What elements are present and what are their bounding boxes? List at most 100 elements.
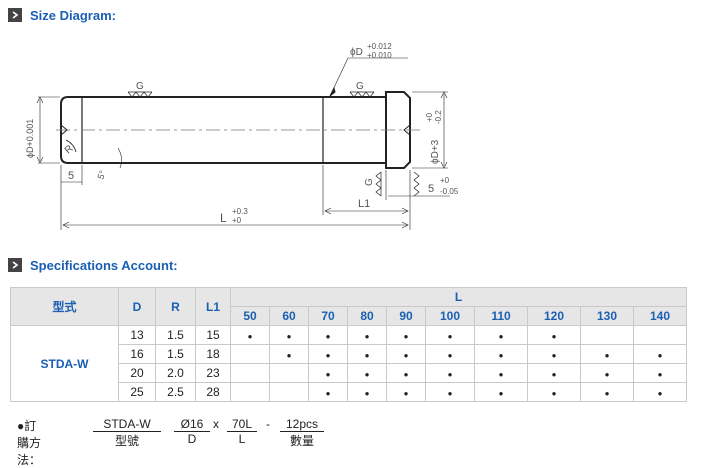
availability-dot xyxy=(633,363,687,383)
availability-dot xyxy=(527,363,581,383)
order-length-value: 70L xyxy=(227,417,257,432)
availability-dot xyxy=(580,344,634,364)
availability-dot xyxy=(347,363,387,383)
order-dash-separator: - xyxy=(266,417,270,431)
head-height-tol-bot: -0.05 xyxy=(440,187,459,196)
size-diagram-title: Size Diagram: xyxy=(30,7,116,23)
header-model: 型式 xyxy=(10,287,119,326)
order-quantity-value: 12pcs xyxy=(280,417,324,432)
availability-dot xyxy=(633,344,687,364)
header-r: R xyxy=(155,287,196,326)
cell-d: 16 xyxy=(118,344,156,364)
size-diagram-heading: Size Diagram: xyxy=(8,7,116,23)
availability-dot xyxy=(474,363,528,383)
head-diameter-label: ϕD+3 xyxy=(430,139,441,164)
g-label-head: G xyxy=(356,81,364,92)
five-left-label: 5 xyxy=(68,170,74,182)
cell-l1: 18 xyxy=(195,344,231,364)
order-label: ●訂購方法： xyxy=(17,419,42,467)
cell-l1: 15 xyxy=(195,325,231,345)
l1-label: L1 xyxy=(358,198,370,210)
cell-r: 2.0 xyxy=(155,363,196,383)
availability-dot xyxy=(269,325,309,345)
availability-empty xyxy=(633,325,687,345)
l-tol-top: +0.3 xyxy=(232,207,248,216)
table-row: STDA-W 13 1.5 15 xyxy=(10,325,687,402)
availability-dot xyxy=(230,325,270,345)
order-model: STDA-W 型號 xyxy=(93,417,161,449)
availability-empty xyxy=(230,382,270,402)
cell-d: 13 xyxy=(118,325,156,345)
availability-empty xyxy=(269,363,309,383)
cell-r: 1.5 xyxy=(155,344,196,364)
cell-r: 1.5 xyxy=(155,325,196,345)
header-l-50: 50 xyxy=(230,306,270,326)
model-cell: STDA-W xyxy=(10,325,119,402)
availability-dot xyxy=(386,344,426,364)
availability-dot xyxy=(308,382,348,402)
availability-empty xyxy=(269,382,309,402)
phi-d-label: ϕD xyxy=(350,47,363,58)
availability-dot xyxy=(386,382,426,402)
availability-dot xyxy=(308,325,348,345)
availability-empty xyxy=(230,363,270,383)
head-diameter-tol-top: +0 xyxy=(425,112,434,122)
availability-dot xyxy=(425,382,475,402)
order-quantity-caption: 數量 xyxy=(289,434,314,448)
cell-l1: 23 xyxy=(195,363,231,383)
availability-dot xyxy=(527,382,581,402)
order-model-value: STDA-W xyxy=(93,417,161,432)
r-label: R xyxy=(63,143,76,156)
phi-d-tol-bot: +0.010 xyxy=(367,51,392,60)
specifications-heading: Specifications Account: xyxy=(8,257,178,273)
availability-dot xyxy=(308,363,348,383)
head-diameter-tol-bot: -0.2 xyxy=(434,110,443,124)
header-l-80: 80 xyxy=(347,306,387,326)
header-l-60: 60 xyxy=(269,306,309,326)
availability-dot xyxy=(474,382,528,402)
header-l-70: 70 xyxy=(308,306,348,326)
order-model-caption: 型號 xyxy=(114,434,139,448)
header-l-110: 110 xyxy=(474,306,528,326)
left-diameter-label: ϕD+0.001 xyxy=(25,119,35,158)
l-label: L xyxy=(220,211,227,225)
availability-dot xyxy=(425,325,475,345)
header-l-130: 130 xyxy=(580,306,634,326)
availability-dot xyxy=(386,363,426,383)
head-height-label: 5 xyxy=(428,183,434,195)
availability-dot xyxy=(633,382,687,402)
arrow-right-icon xyxy=(8,258,22,272)
header-l-120: 120 xyxy=(527,306,581,326)
angle-label: 5° xyxy=(95,169,107,181)
availability-dot xyxy=(527,344,581,364)
specifications-table: 型式 D R L1 L 50 60 70 80 90 100 110 120 130 140 ST… xyxy=(10,287,687,402)
header-d: D xyxy=(118,287,156,326)
specifications-title: Specifications Account: xyxy=(30,257,178,273)
order-length: 70L L xyxy=(227,417,257,446)
availability-dot xyxy=(425,344,475,364)
order-diameter-caption: D xyxy=(187,432,197,446)
size-diagram: G G G ϕD +0.012 +0.010 ϕD+0.001 ϕD+3 +0 … xyxy=(25,42,459,230)
phi-d-tol-top: +0.012 xyxy=(367,42,392,51)
header-l-90: 90 xyxy=(386,306,426,326)
l-tol-bot: +0 xyxy=(232,216,242,225)
availability-empty xyxy=(580,325,634,345)
cell-d: 20 xyxy=(118,363,156,383)
availability-dot xyxy=(347,325,387,345)
cell-d: 25 xyxy=(118,382,156,402)
availability-dot xyxy=(580,382,634,402)
head-height-tol-top: +0 xyxy=(440,176,450,185)
order-diameter-value: Ø16 xyxy=(174,417,210,432)
availability-dot xyxy=(347,382,387,402)
header-l: L xyxy=(230,287,687,307)
cell-r: 2.5 xyxy=(155,382,196,402)
availability-dot xyxy=(474,325,528,345)
availability-dot xyxy=(474,344,528,364)
g-label-side: G xyxy=(364,178,375,186)
header-l-140: 140 xyxy=(633,306,687,326)
order-diameter: Ø16 D xyxy=(174,417,210,446)
cell-l1: 28 xyxy=(195,382,231,402)
specifications-body: STDA-W131.515161.518202.023252.528 xyxy=(10,325,687,402)
availability-empty xyxy=(230,344,270,364)
availability-dot xyxy=(308,344,348,364)
